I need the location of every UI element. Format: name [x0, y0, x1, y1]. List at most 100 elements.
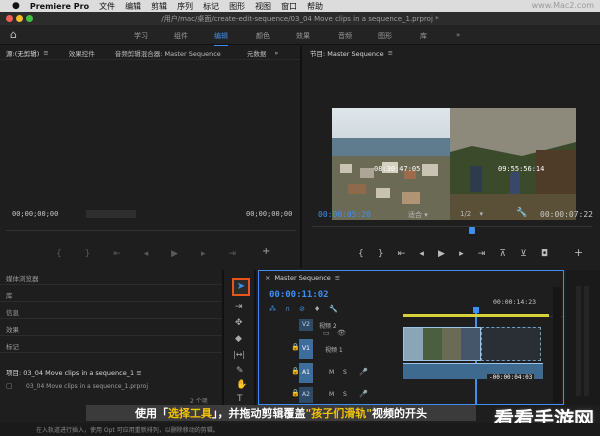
- go-to-in-icon[interactable]: ⇤: [398, 249, 406, 259]
- workspace-editing[interactable]: 编辑: [214, 31, 228, 46]
- lift-icon[interactable]: ⊼: [499, 249, 506, 259]
- menu-help[interactable]: 帮助: [307, 1, 323, 12]
- tab-source[interactable]: 源:(无剪辑): [6, 48, 39, 58]
- mute-button[interactable]: M: [329, 391, 334, 398]
- extract-icon[interactable]: ⊻: [520, 249, 527, 259]
- linked-selection-icon[interactable]: ⊘: [299, 305, 305, 313]
- pen-tool-icon[interactable]: ✎: [236, 366, 244, 376]
- go-to-in-icon[interactable]: ⇤: [113, 249, 121, 259]
- close-window-button[interactable]: [6, 15, 13, 22]
- source-patch-a1[interactable]: A1: [299, 363, 313, 383]
- fit-dropdown[interactable]: 适合 ▾: [408, 210, 428, 220]
- workspace-audio[interactable]: 音频: [338, 31, 352, 41]
- apple-icon[interactable]: ●: [12, 1, 20, 11]
- mute-button[interactable]: M: [329, 369, 334, 376]
- mark-out-icon[interactable]: }: [378, 249, 384, 259]
- step-forward-icon[interactable]: ▸: [201, 249, 206, 259]
- tab-libraries[interactable]: 库: [0, 285, 222, 302]
- minimize-window-button[interactable]: [16, 15, 23, 22]
- slip-tool-icon[interactable]: |↔|: [233, 350, 245, 359]
- program-playhead-timecode[interactable]: 00:00:05:20: [318, 210, 371, 219]
- workspace-libraries[interactable]: 库: [420, 31, 427, 41]
- video-clip[interactable]: [403, 327, 481, 361]
- panel-menu-icon[interactable]: ≡: [136, 369, 141, 377]
- program-monitor[interactable]: 08:30:47:05 09:55:56:14: [332, 108, 576, 220]
- source-add-button-icon[interactable]: +: [262, 246, 270, 257]
- tab-markers[interactable]: 标记: [0, 336, 222, 353]
- workspace-assembly[interactable]: 组件: [174, 31, 188, 41]
- export-frame-icon[interactable]: ◘: [541, 249, 548, 259]
- nest-sequence-icon[interactable]: ⁂: [269, 305, 276, 313]
- solo-button[interactable]: S: [343, 369, 347, 376]
- program-add-button-icon[interactable]: +: [574, 246, 583, 259]
- mark-in-icon[interactable]: {: [358, 249, 364, 259]
- track-a2-target[interactable]: A2: [299, 387, 313, 403]
- step-back-icon[interactable]: ◂: [419, 249, 424, 259]
- go-to-out-icon[interactable]: ⇥: [478, 249, 486, 259]
- step-back-icon[interactable]: ◂: [144, 249, 149, 259]
- project-title[interactable]: 项目: 03_04 Move clips in a sequence_1 ≡: [6, 367, 142, 377]
- workspace-color[interactable]: 颜色: [256, 31, 270, 41]
- tab-master-sequence[interactable]: Master Sequence: [274, 274, 330, 282]
- close-tab-icon[interactable]: ×: [265, 274, 270, 282]
- play-icon[interactable]: ▶: [171, 249, 178, 259]
- snap-icon[interactable]: ∩: [285, 305, 290, 313]
- timeline-scrollbar[interactable]: [553, 287, 561, 403]
- more-tabs-chevron-icon[interactable]: »: [274, 49, 278, 57]
- menu-edit[interactable]: 编辑: [125, 1, 141, 12]
- add-marker-icon[interactable]: ♦: [314, 305, 320, 313]
- hand-tool-icon[interactable]: ✋: [236, 380, 247, 390]
- zoom-window-button[interactable]: [26, 15, 33, 22]
- mark-in-icon[interactable]: {: [56, 249, 62, 259]
- razor-tool-icon[interactable]: ◆: [235, 334, 242, 344]
- home-icon[interactable]: ⌂: [10, 28, 17, 41]
- workspace-learning[interactable]: 学习: [134, 31, 148, 41]
- wrench-icon[interactable]: 🔧: [516, 208, 527, 218]
- ripple-edit-tool-icon[interactable]: ✥: [235, 318, 243, 328]
- menu-app-name[interactable]: Premiere Pro: [30, 2, 89, 11]
- toggle-sync-lock-icon[interactable]: ▭: [323, 329, 330, 337]
- tab-media-browser[interactable]: 媒体浏览器: [0, 270, 222, 285]
- track-v2-target[interactable]: V2: [299, 319, 313, 331]
- timeline-ruler[interactable]: 00:00:14:23: [403, 285, 563, 317]
- panel-menu-icon[interactable]: ≡: [388, 49, 393, 57]
- tab-audio-clip-mixer[interactable]: 音频剪辑混合器: Master Sequence: [115, 48, 221, 58]
- tab-effects[interactable]: 效果: [0, 319, 222, 336]
- mark-out-icon[interactable]: }: [85, 249, 91, 259]
- microphone-icon[interactable]: 🎤: [359, 368, 368, 376]
- source-patch-v1[interactable]: V1: [299, 339, 313, 359]
- tab-metadata[interactable]: 元数据: [247, 48, 267, 58]
- track-select-tool-icon[interactable]: ⇥: [235, 302, 243, 312]
- work-area-bar[interactable]: [403, 314, 549, 317]
- timeline-settings-wrench-icon[interactable]: 🔧: [329, 305, 338, 313]
- microphone-icon[interactable]: 🎤: [359, 390, 368, 398]
- program-playhead[interactable]: [469, 227, 475, 234]
- workspace-effects[interactable]: 效果: [296, 31, 310, 41]
- resolution-dropdown[interactable]: 1/2 ▾: [460, 210, 483, 218]
- workspace-more-chevron-icon[interactable]: »: [456, 31, 460, 39]
- menu-sequence[interactable]: 序列: [177, 1, 193, 12]
- timeline-playhead-timecode[interactable]: 00:00:11:02: [269, 290, 329, 300]
- tab-program[interactable]: 节目: Master Sequence: [310, 48, 384, 58]
- menu-markers[interactable]: 标记: [203, 1, 219, 12]
- tab-info[interactable]: 信息: [0, 302, 222, 319]
- menu-window[interactable]: 窗口: [281, 1, 297, 12]
- menu-graphics[interactable]: 图形: [229, 1, 245, 12]
- panel-menu-icon[interactable]: ≡: [335, 274, 340, 282]
- selection-tool-icon[interactable]: ➤: [232, 278, 250, 296]
- tab-effect-controls[interactable]: 效果控件: [69, 48, 95, 58]
- play-icon[interactable]: ▶: [438, 249, 445, 259]
- go-to-out-icon[interactable]: ⇥: [228, 249, 236, 259]
- source-zoom-bar[interactable]: [86, 210, 136, 218]
- step-forward-icon[interactable]: ▸: [459, 249, 464, 259]
- eye-icon[interactable]: 👁: [337, 329, 346, 337]
- menu-clip[interactable]: 剪辑: [151, 1, 167, 12]
- source-timecode-in[interactable]: 00;00;00;00: [12, 210, 58, 218]
- panel-menu-icon[interactable]: ≡: [43, 49, 48, 57]
- menu-view[interactable]: 视图: [255, 1, 271, 12]
- type-tool-icon[interactable]: T: [237, 394, 243, 404]
- program-time-ruler[interactable]: [312, 226, 592, 236]
- solo-button[interactable]: S: [343, 391, 347, 398]
- workspace-graphics[interactable]: 图形: [378, 31, 392, 41]
- menu-file[interactable]: 文件: [99, 1, 115, 12]
